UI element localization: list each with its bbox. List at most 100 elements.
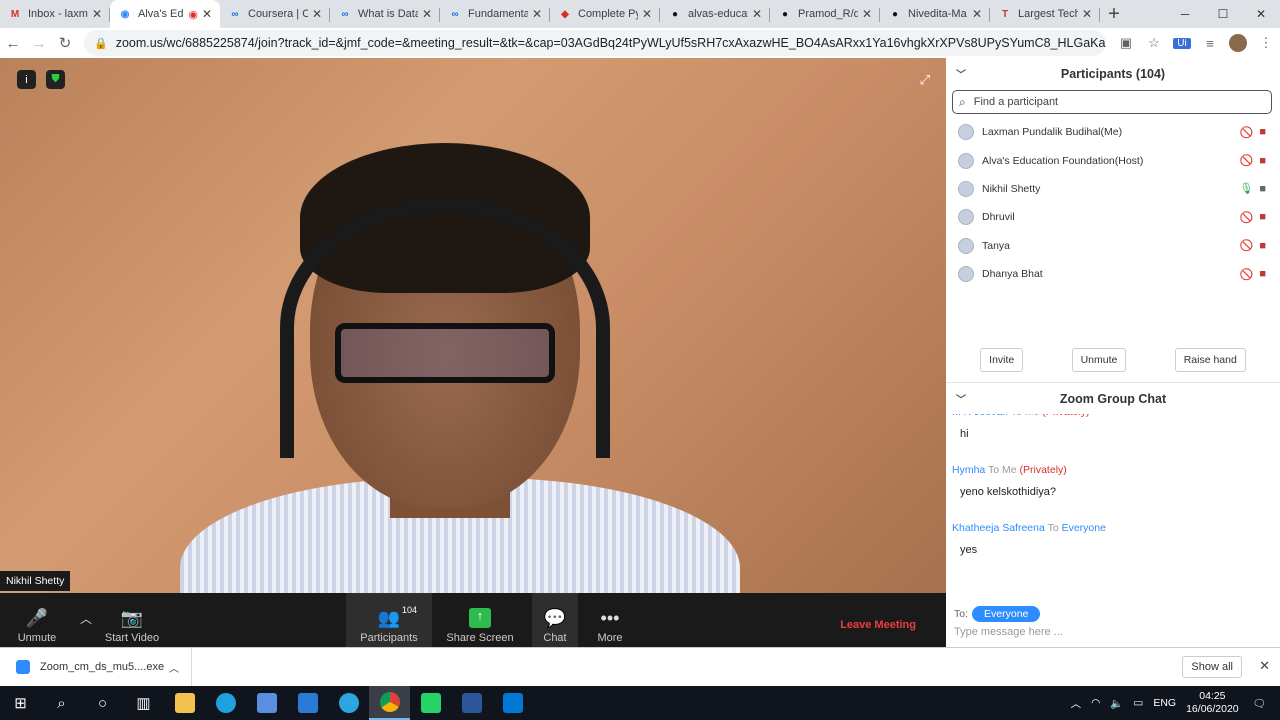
maximize-button[interactable]: ☐ [1204,0,1242,28]
close-window-button[interactable]: ✕ [1242,0,1280,28]
task-view-icon[interactable]: ▥ [123,686,164,720]
extension-icon[interactable]: Ui [1173,37,1191,49]
share-screen-button[interactable]: ↑ Share Screen [446,593,514,647]
close-tab-icon[interactable]: ✕ [972,7,982,21]
close-download-bar-icon[interactable]: ✕ [1259,658,1270,674]
collapse-chat-chevron-icon[interactable]: ﹀ [956,391,966,406]
message-sender[interactable]: Khatheeja Safreena [952,522,1045,534]
participant-row[interactable]: Tanya 🚫 ■ [946,232,1280,260]
chat-button[interactable]: 💬 Chat [532,593,578,647]
chat-header: ﹀ Zoom Group Chat [946,382,1280,414]
word-icon[interactable] [451,686,492,720]
participants-icon: 👥 [377,608,401,628]
collapse-chevron-icon[interactable]: ﹀ [956,66,966,81]
participant-row[interactable]: Dhanya Bhat 🚫 ■ [946,260,1280,288]
browser-tab[interactable]: ∞ Fundamenta ✕ [440,0,550,28]
close-tab-icon[interactable]: ✕ [422,7,432,21]
info-icon[interactable]: i [17,70,36,89]
network-icon[interactable]: ◠ [1091,697,1100,709]
participant-search-input[interactable]: ⌕ Find a participant [952,90,1272,114]
participant-row[interactable]: Laxman Pundalik Budihal(Me) 🚫 ■ [946,118,1280,146]
unmute-button[interactable]: 🎤 Unmute [14,593,60,647]
browser-tab[interactable]: T Largest Tech ✕ [990,0,1100,28]
close-tab-icon[interactable]: ✕ [92,7,102,21]
windows-start-icon[interactable]: ⊞ [0,686,41,720]
close-tab-icon[interactable]: ✕ [862,7,872,21]
battery-icon[interactable]: ▭ [1133,697,1143,709]
audio-options-button[interactable]: ︿ [76,593,96,647]
participants-button[interactable]: 👥 104 Participants [346,593,432,647]
clock-time: 04:25 [1199,690,1226,702]
search-icon[interactable]: ⌕ [41,686,82,720]
participant-row[interactable]: Nikhil Shetty 🎙 ■ [946,175,1280,203]
browser-tab[interactable]: ◆ Complete Py ✕ [550,0,660,28]
browser-tab[interactable]: ∞ What is Data ✕ [330,0,440,28]
close-tab-icon[interactable]: ✕ [532,7,542,21]
message-sender[interactable]: Hymha [952,464,985,476]
address-bar[interactable]: 🔒 zoom.us/wc/6885225874/join?track_id=&j… [84,30,1106,56]
cortana-icon[interactable]: ○ [82,686,123,720]
mail-icon[interactable] [287,686,328,720]
participant-row[interactable]: Alva's Education Foundation(Host) 🚫 ■ [946,146,1280,174]
telegram-icon[interactable] [328,686,369,720]
show-all-downloads-button[interactable]: Show all [1182,656,1242,678]
panel-unmute-button[interactable]: Unmute [1071,348,1127,372]
close-tab-icon[interactable]: ✕ [202,7,212,21]
new-tab-button[interactable]: + [1100,0,1128,28]
download-item[interactable]: Zoom_cm_ds_mu5....exe ︿ [0,647,192,687]
forward-icon[interactable]: → [26,35,52,52]
browser-tab[interactable]: ● alvas-educat ✕ [660,0,770,28]
close-tab-icon[interactable]: ✕ [642,7,652,21]
browser-tab[interactable]: ● Pramod_R/d ✕ [770,0,880,28]
participants-label: Participants [360,632,418,644]
more-button[interactable]: ••• More [590,593,630,647]
reload-icon[interactable]: ↻ [52,34,78,52]
browser-tab[interactable]: ◉ Alva's Ed ◉ ✕ [110,0,220,28]
show-hidden-icons-icon[interactable]: ︿ [1071,696,1082,711]
start-video-button[interactable]: 📷 Start Video [104,593,160,647]
avatar [958,237,974,254]
close-tab-icon[interactable]: ✕ [752,7,762,21]
store-icon[interactable] [246,686,287,720]
chat-recipient-row: To: Everyone [946,606,1280,622]
clock[interactable]: 04:25 16/06/2020 [1186,690,1239,716]
recipient-selector[interactable]: Everyone [972,606,1041,622]
back-icon[interactable]: ← [0,35,26,52]
browser-toolbar: ← → ↻ 🔒 zoom.us/wc/6885225874/join?track… [0,28,1280,58]
edge-icon[interactable] [205,686,246,720]
notifications-icon[interactable]: 🗨 [1253,697,1266,710]
profile-avatar[interactable] [1224,34,1252,52]
language-indicator[interactable]: ENG [1153,697,1176,709]
chevron-up-icon[interactable]: ︿ [169,660,179,675]
participant-name: Laxman Pundalik Budihal(Me) [982,126,1123,139]
menu-icon[interactable]: ⋮ [1252,35,1280,51]
file-explorer-icon[interactable] [164,686,205,720]
invite-button[interactable]: Invite [980,348,1024,372]
minimize-button[interactable]: ─ [1166,0,1204,28]
browser-tab[interactable]: ∞ Coursera | O ✕ [220,0,330,28]
system-tray: ︿ ◠ 🔈 ▭ ENG 04:25 16/06/2020 🗨 [1071,686,1280,720]
participant-list[interactable]: Laxman Pundalik Budihal(Me) 🚫 ■ Alva's Educ… [946,118,1280,324]
camera-blocked-icon[interactable]: ▣ [1112,35,1140,51]
fullscreen-icon[interactable]: ⤢ [920,72,930,88]
browser-tab[interactable]: ● Nivedita-Ma ✕ [880,0,990,28]
mic-muted-icon: 🚫 [1239,126,1254,139]
bookmark-star-icon[interactable]: ☆ [1140,35,1168,51]
security-shield-icon[interactable]: ⛊ [46,70,65,89]
close-tab-icon[interactable]: ✕ [1082,7,1092,21]
volume-icon[interactable]: 🔈 [1110,697,1123,710]
browser-tab[interactable]: M Inbox - laxm ✕ [0,0,110,28]
media-control-icon[interactable]: ≡ [1196,36,1224,51]
raise-hand-button[interactable]: Raise hand [1174,348,1246,372]
chat-message-input[interactable]: Type message here ... [946,622,1280,642]
tg-icon: T [1001,8,1009,20]
whatsapp-icon[interactable] [410,686,451,720]
message-sender[interactable]: M R Jeevan [952,414,1008,418]
leave-meeting-button[interactable]: Leave Meeting [840,619,916,631]
close-tab-icon[interactable]: ✕ [312,7,322,21]
search-icon: ⌕ [959,94,966,109]
vscode-icon[interactable] [492,686,533,720]
chat-messages[interactable]: M R Jeevan To Me (Privately) hi Hymha To M… [946,414,1280,598]
chrome-icon[interactable] [369,686,410,720]
participant-row[interactable]: Dhruvil 🚫 ■ [946,203,1280,231]
